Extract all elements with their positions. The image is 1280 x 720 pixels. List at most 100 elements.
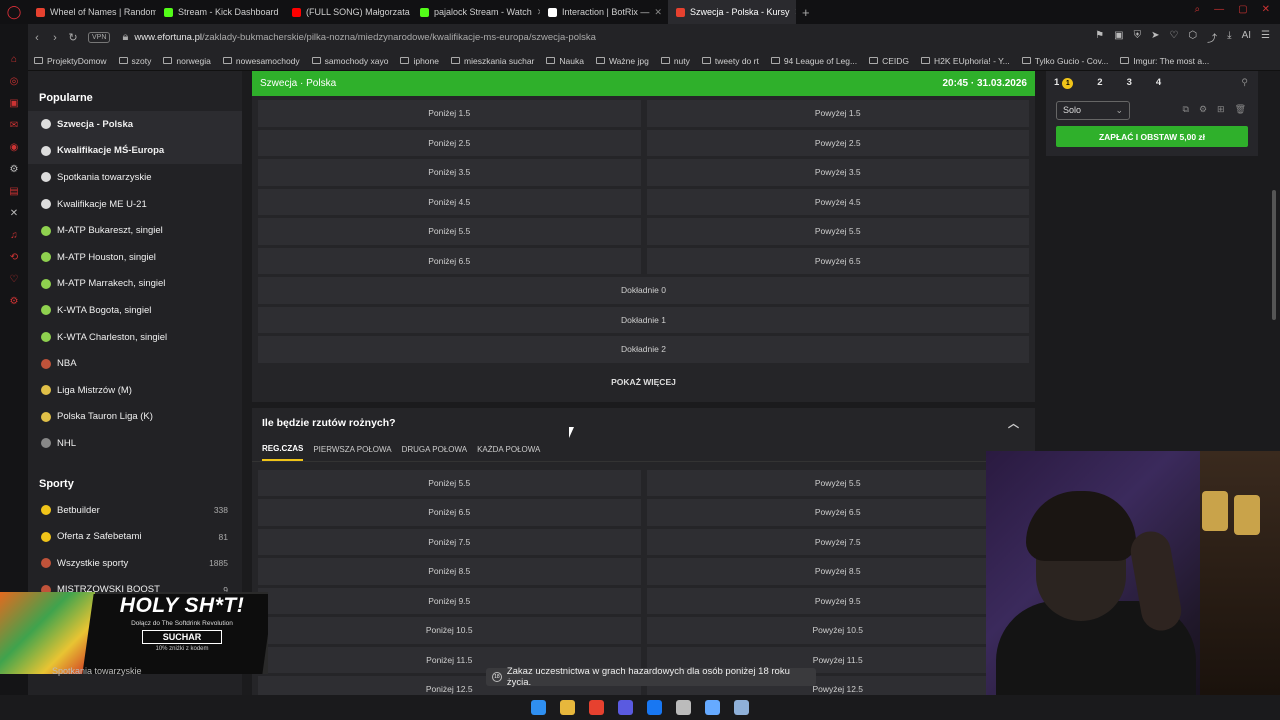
browser-tab[interactable]: Stream - Kick Dashboard✕ [156, 0, 284, 24]
period-tab[interactable]: PIERWSZA POŁOWA [313, 437, 391, 461]
odds-cell[interactable]: Powyżej 1.5 [646, 100, 1029, 127]
odds-cell[interactable]: Poniżej 6.5 [258, 499, 641, 526]
add-icon[interactable]: ⊞ [1217, 104, 1225, 115]
sidebar-item[interactable]: M-ATP Marrakech, singiel [28, 271, 242, 298]
bookmark-item[interactable]: H2K EUphoria! - Y... [921, 56, 1010, 66]
odds-cell[interactable]: Poniżej 9.5 [258, 587, 641, 614]
odds-cell[interactable]: Poniżej 6.5 [258, 247, 641, 274]
bookmark-item[interactable]: samochody xayo [311, 56, 388, 66]
odds-cell[interactable]: Powyżej 6.5 [646, 247, 1029, 274]
aria-icon[interactable]: ◎ [10, 76, 19, 87]
vpn-badge[interactable]: VPN [88, 32, 111, 43]
odds-cell[interactable]: Powyżej 7.5 [646, 528, 1029, 555]
odds-cell[interactable]: Poniżej 2.5 [258, 129, 641, 156]
sidebar-item[interactable]: Polska Tauron Liga (K) [28, 404, 242, 431]
sidebar-item[interactable]: Kwalifikacje ME U-21 [28, 191, 242, 218]
forward-button[interactable]: › [46, 32, 64, 44]
bookmark-item[interactable]: 94 League of Leg... [770, 56, 857, 66]
new-tab-button[interactable]: + [796, 5, 816, 20]
browser-tab[interactable]: Szwecja - Polska - Kursy✕ [668, 0, 796, 24]
browser-tab[interactable]: pajalock Stream - Watch✕ [412, 0, 540, 24]
period-tab[interactable]: REG.CZAS [262, 437, 304, 461]
menu-item-hidden[interactable]: Spotkania towarzyskie [52, 666, 142, 676]
maximize-button[interactable]: ▢ [1238, 4, 1247, 15]
sidebar-item[interactable]: K-WTA Charleston, singiel [28, 324, 242, 351]
taskbar-app-icon[interactable] [734, 700, 749, 715]
taskbar-app-icon[interactable] [589, 700, 604, 715]
back-button[interactable]: ‹ [28, 32, 46, 44]
period-tab[interactable]: DRUGA POŁOWA [402, 437, 468, 461]
odds-cell[interactable]: Powyżej 2.5 [646, 129, 1029, 156]
sidebar-item[interactable]: M-ATP Bukareszt, singiel [28, 217, 242, 244]
taskbar-app-icon[interactable] [705, 700, 720, 715]
taskbar-app-icon[interactable] [531, 700, 546, 715]
settings-icon[interactable]: ⚙ [1199, 104, 1207, 115]
twitch-icon[interactable]: ▤ [9, 186, 18, 197]
sidebar-item[interactable]: Szwecja - Polska [28, 111, 242, 138]
odds-cell[interactable]: Powyżej 9.5 [646, 587, 1029, 614]
odds-cell[interactable]: Powyżej 4.5 [646, 188, 1029, 215]
share-icon[interactable]: ⤴ [1207, 30, 1217, 45]
bookmark-icon[interactable]: ⚑ [1095, 30, 1104, 45]
home-icon[interactable]: ⌂ [11, 54, 17, 65]
bookmark-item[interactable]: Imgur: The most a... [1120, 56, 1209, 66]
sidebar-item[interactable]: Betbuilder 338 [28, 497, 242, 524]
taskbar-app-icon[interactable] [618, 700, 633, 715]
bag-icon[interactable]: ▣ [9, 98, 18, 109]
taskbar-app-icon[interactable] [560, 700, 575, 715]
x-icon[interactable]: ✕ [10, 208, 18, 219]
corners-market-header[interactable]: Ile będzie rzutów rożnych? ︿ [252, 408, 1035, 438]
pin-icon[interactable]: ⚲ [1241, 77, 1248, 88]
odds-cell[interactable]: Poniżej 4.5 [258, 188, 641, 215]
taskbar-app-icon[interactable] [676, 700, 691, 715]
odds-cell[interactable]: Poniżej 8.5 [258, 558, 641, 585]
bookmark-item[interactable]: CEIDG [869, 56, 909, 66]
match-teams[interactable]: Szwecja · Polska [260, 78, 336, 89]
place-bet-button[interactable]: ZAPŁAĆ I OBSTAW 5,00 zł [1056, 126, 1248, 147]
heart-icon[interactable]: ♡ [1169, 30, 1178, 45]
shield-icon[interactable]: ⛨ [1134, 30, 1142, 45]
whatsapp-icon[interactable]: ◉ [10, 142, 19, 153]
snapshot-icon[interactable]: ▣ [1114, 30, 1123, 45]
bookmark-item[interactable]: mieszkania suchar [451, 56, 534, 66]
close-window-button[interactable]: ✕ [1262, 4, 1270, 15]
sidebar-item[interactable]: Liga Mistrzów (M) [28, 377, 242, 404]
history-icon[interactable]: ⟲ [10, 252, 18, 263]
period-tab[interactable]: KAŻDA POŁOWA [477, 437, 540, 461]
reload-button[interactable]: ↻ [64, 31, 82, 44]
odds-cell[interactable]: Poniżej 7.5 [258, 528, 641, 555]
trash-icon[interactable]: 🗑︎ [1235, 104, 1246, 115]
odds-cell[interactable]: Dokładnie 2 [258, 336, 1029, 363]
bookmark-item[interactable]: szoty [118, 56, 151, 66]
odds-cell[interactable]: Powyżej 3.5 [646, 159, 1029, 186]
odds-cell[interactable]: Dokładnie 1 [258, 306, 1029, 333]
browser-tab[interactable]: Wheel of Names | Random✕ [28, 0, 156, 24]
bet-mode-select[interactable]: Solo ⌄ [1056, 101, 1130, 120]
opera-logo-icon[interactable]: ◯ [0, 0, 28, 24]
minimize-button[interactable]: — [1214, 4, 1224, 15]
odds-cell[interactable]: Powyżej 5.5 [646, 469, 1029, 496]
sidebar-item[interactable]: NHL [28, 430, 242, 457]
bookmark-item[interactable]: iphone [400, 56, 439, 66]
show-more-button[interactable]: POKAŻ WIĘCEJ [258, 366, 1029, 398]
odds-cell[interactable]: Poniżej 3.5 [258, 159, 641, 186]
menu-icon[interactable]: ☰ [1261, 30, 1270, 45]
download-icon[interactable]: ⤓ [1227, 30, 1231, 45]
bookmark-item[interactable]: Nauka [546, 56, 584, 66]
bookmark-item[interactable]: ProjektyDomow [34, 56, 107, 66]
sidebar-item[interactable]: Spotkania towarzyskie [28, 164, 242, 191]
betslip-tab[interactable]: 4 [1156, 77, 1161, 89]
betslip-tab[interactable]: 11 [1054, 77, 1074, 89]
messenger-icon[interactable]: ✉ [10, 120, 18, 131]
odds-cell[interactable]: Powyżej 8.5 [646, 558, 1029, 585]
ai-button[interactable]: AI [1242, 30, 1251, 45]
odds-cell[interactable]: Poniżej 5.5 [258, 469, 641, 496]
odds-cell[interactable]: Poniżej 10.5 [258, 617, 641, 644]
bookmark-item[interactable]: tweety do rt [701, 56, 759, 66]
taskbar-app-icon[interactable] [647, 700, 662, 715]
send-icon[interactable]: ➤ [1151, 30, 1159, 45]
bookmark-item[interactable]: Tylko Gucio - Cov... [1021, 56, 1108, 66]
close-tab-icon[interactable]: ✕ [654, 7, 662, 18]
odds-cell[interactable]: Poniżej 1.5 [258, 100, 641, 127]
sidebar-item[interactable]: M-ATP Houston, singiel [28, 244, 242, 271]
